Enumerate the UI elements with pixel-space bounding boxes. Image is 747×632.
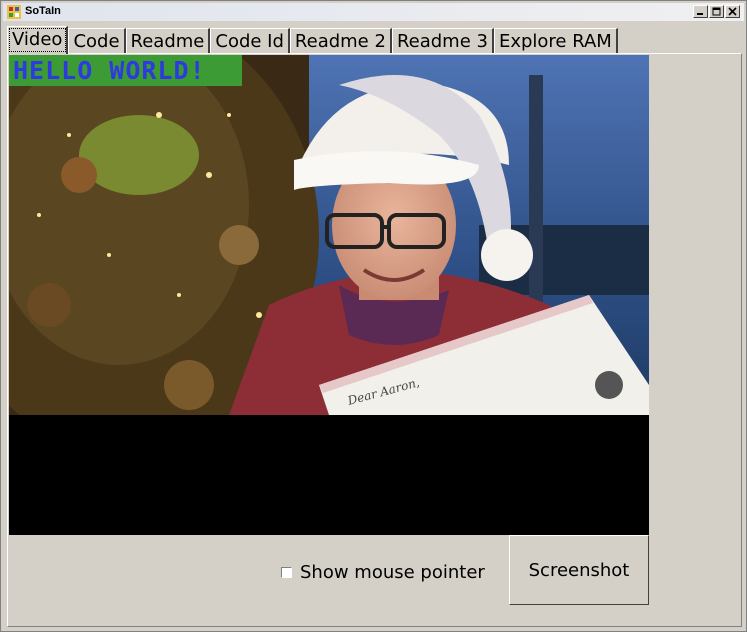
window-controls bbox=[693, 5, 740, 18]
app-window: SoTaIn Video Code Readme Code Id Readme … bbox=[0, 0, 747, 632]
title-bar[interactable]: SoTaIn bbox=[3, 3, 744, 21]
window-title: SoTaIn bbox=[25, 5, 61, 17]
screenshot-button[interactable]: Screenshot bbox=[509, 535, 649, 605]
tab-readme-3[interactable]: Readme 3 bbox=[391, 28, 494, 53]
video-display: Dear Aaron, HELLO WORLD! bbox=[9, 55, 649, 535]
tab-video[interactable]: Video bbox=[7, 26, 69, 54]
maximize-icon bbox=[712, 7, 721, 16]
show-mouse-pointer-option[interactable]: Show mouse pointer bbox=[281, 562, 485, 583]
maximize-button[interactable] bbox=[709, 5, 724, 18]
hello-world-text: HELLO WORLD! bbox=[13, 56, 206, 85]
show-mouse-pointer-checkbox[interactable] bbox=[281, 567, 292, 578]
hello-world-banner: HELLO WORLD! bbox=[9, 55, 242, 86]
tab-readme[interactable]: Readme bbox=[125, 28, 211, 53]
tab-explore-ram[interactable]: Explore RAM bbox=[493, 28, 618, 53]
video-frame-image: Dear Aaron, bbox=[9, 55, 649, 415]
minimize-button[interactable] bbox=[693, 5, 708, 18]
close-icon bbox=[728, 7, 737, 16]
show-mouse-pointer-label[interactable]: Show mouse pointer bbox=[300, 562, 485, 583]
tab-readme-2[interactable]: Readme 2 bbox=[289, 28, 392, 53]
close-button[interactable] bbox=[725, 5, 740, 18]
tab-strip: Video Code Readme Code Id Readme 2 Readm… bbox=[7, 26, 618, 54]
app-icon bbox=[7, 5, 21, 19]
minimize-icon bbox=[697, 13, 703, 15]
tab-code[interactable]: Code bbox=[68, 28, 126, 53]
tab-code-id[interactable]: Code Id bbox=[210, 28, 290, 53]
